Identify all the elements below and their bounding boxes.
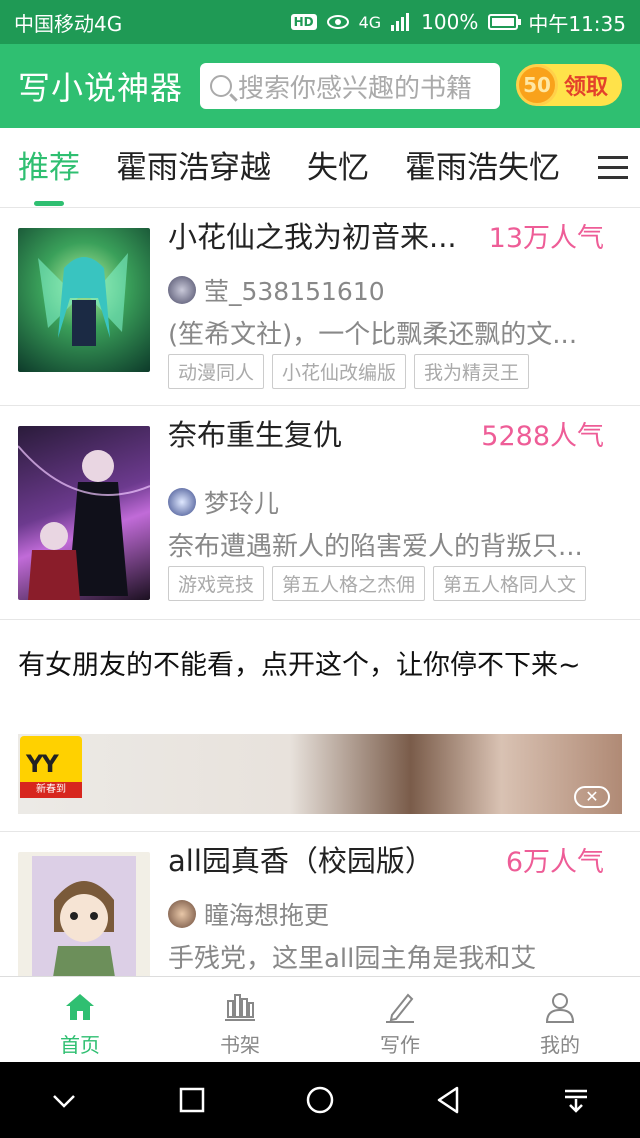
bottom-nav: 首页 书架 写作 我的 [0, 976, 640, 1062]
tab-amnesia[interactable]: 失忆 [307, 128, 369, 208]
book-description: 奈布遭遇新人的陷害爱人的背叛只... [168, 532, 583, 562]
nav-label: 写作 [380, 1033, 420, 1057]
nav-label: 我的 [540, 1033, 580, 1057]
chevron-down-icon[interactable] [47, 1083, 81, 1117]
book-card[interactable]: all园真香（校园版） 6万人气 瞳海想拖更 手残党，这里all园主角是我和艾 [0, 832, 640, 976]
category-tabs: 推荐 霍雨浩穿越 失忆 霍雨浩失忆 [0, 128, 640, 208]
tab-recommend[interactable]: 推荐 [18, 128, 80, 208]
nav-write[interactable]: 写作 [320, 977, 480, 1062]
ad-text: 有女朋友的不能看，点开这个，让你停不下来~ [18, 650, 581, 681]
book-tags: 游戏竞技 第五人格之杰佣 第五人格同人文 [168, 566, 587, 601]
book-tags: 动漫同人 小花仙改编版 我为精灵王 [168, 354, 530, 389]
author-name: 梦玲儿 [204, 489, 280, 518]
search-bar[interactable]: 搜索你感兴趣的书籍 [200, 63, 500, 109]
claim-coins-button[interactable]: 50 领取 [516, 64, 622, 106]
ad-card[interactable]: 有女朋友的不能看，点开这个，让你停不下来~ YY 新春到 ✕ [0, 620, 640, 832]
book-tag[interactable]: 小花仙改编版 [272, 354, 407, 389]
book-title: all园真香（校园版） [168, 844, 434, 878]
eye-icon [326, 15, 349, 29]
menu-icon[interactable] [598, 156, 628, 180]
book-tag[interactable]: 第五人格同人文 [433, 566, 587, 601]
hd-icon: HD [290, 14, 317, 30]
book-author: 瞳海想拖更 [168, 896, 329, 932]
recents-icon[interactable] [175, 1083, 209, 1117]
claim-label: 领取 [564, 75, 609, 100]
coin-icon: 50 [516, 64, 558, 106]
network-type: 4G [358, 12, 382, 32]
book-popularity: 6万人气 [505, 847, 604, 878]
status-bar: 中国移动4G HD 4G 100% 中午11:35 [0, 0, 640, 44]
book-popularity: 13万人气 [488, 223, 604, 254]
book-author: 莹_538151610 [168, 272, 385, 308]
book-description: 手残党，这里all园主角是我和艾 [168, 944, 537, 974]
app-header: 写小说神器 搜索你感兴趣的书籍 50 领取 [0, 44, 640, 128]
back-icon[interactable] [431, 1083, 465, 1117]
book-tag[interactable]: 我为精灵王 [414, 354, 530, 389]
signal-icon [391, 13, 410, 31]
nav-bookshelf[interactable]: 书架 [160, 977, 320, 1062]
book-card[interactable]: 小花仙之我为初音来... 13万人气 莹_538151610 (笙希文社)，一个… [0, 208, 640, 406]
clock: 中午11:35 [528, 11, 626, 36]
close-icon[interactable]: ✕ [574, 786, 610, 808]
bookshelf-icon [225, 994, 255, 1021]
notification-pull-icon[interactable] [559, 1083, 593, 1117]
nav-home[interactable]: 首页 [0, 977, 160, 1062]
nav-profile[interactable]: 我的 [480, 977, 640, 1062]
search-placeholder: 搜索你感兴趣的书籍 [238, 73, 473, 104]
book-cover [18, 228, 150, 372]
app-screen: 中国移动4G HD 4G 100% 中午11:35 写小说神器 搜索你感兴趣的书… [0, 0, 640, 1138]
profile-icon [545, 993, 575, 1023]
book-cover [18, 852, 150, 976]
home-icon [66, 994, 94, 1020]
book-tag[interactable]: 游戏竞技 [168, 566, 265, 601]
pencil-icon [386, 993, 414, 1023]
tab-huo-yuhao-transmigration[interactable]: 霍雨浩穿越 [116, 128, 271, 208]
book-title: 小花仙之我为初音来... [168, 220, 457, 254]
search-icon [210, 75, 232, 97]
author-avatar [168, 276, 196, 304]
book-description: (笙希文社)，一个比飘柔还飘的文... [168, 320, 578, 350]
battery-percent: 100% [421, 10, 479, 34]
author-avatar [168, 488, 196, 516]
carrier-label: 中国移动4G [14, 11, 123, 36]
nav-label: 首页 [60, 1033, 100, 1057]
ad-image: YY 新春到 ✕ [18, 734, 622, 814]
book-title: 奈布重生复仇 [168, 418, 343, 452]
book-cover [18, 426, 150, 600]
system-nav-bar [0, 1062, 640, 1138]
nav-label: 书架 [220, 1033, 260, 1057]
book-card[interactable]: 奈布重生复仇 5288人气 梦玲儿 奈布遭遇新人的陷害爱人的背叛只... 游戏竞… [0, 406, 640, 620]
yy-logo: YY 新春到 [20, 736, 82, 798]
book-tag[interactable]: 动漫同人 [168, 354, 265, 389]
author-avatar [168, 900, 196, 928]
tab-huo-yuhao-amnesia[interactable]: 霍雨浩失忆 [405, 128, 560, 208]
battery-icon [488, 14, 522, 30]
author-name: 瞳海想拖更 [204, 901, 330, 930]
author-name: 莹_538151610 [204, 277, 385, 306]
app-title: 写小说神器 [18, 69, 184, 107]
book-list: 小花仙之我为初音来... 13万人气 莹_538151610 (笙希文社)，一个… [0, 208, 640, 976]
book-popularity: 5288人气 [481, 421, 604, 452]
book-tag[interactable]: 第五人格之杰佣 [272, 566, 426, 601]
status-icons: HD 4G 100% 中午11:35 [290, 8, 626, 37]
book-author: 梦玲儿 [168, 484, 279, 520]
home-circle-icon[interactable] [303, 1083, 337, 1117]
